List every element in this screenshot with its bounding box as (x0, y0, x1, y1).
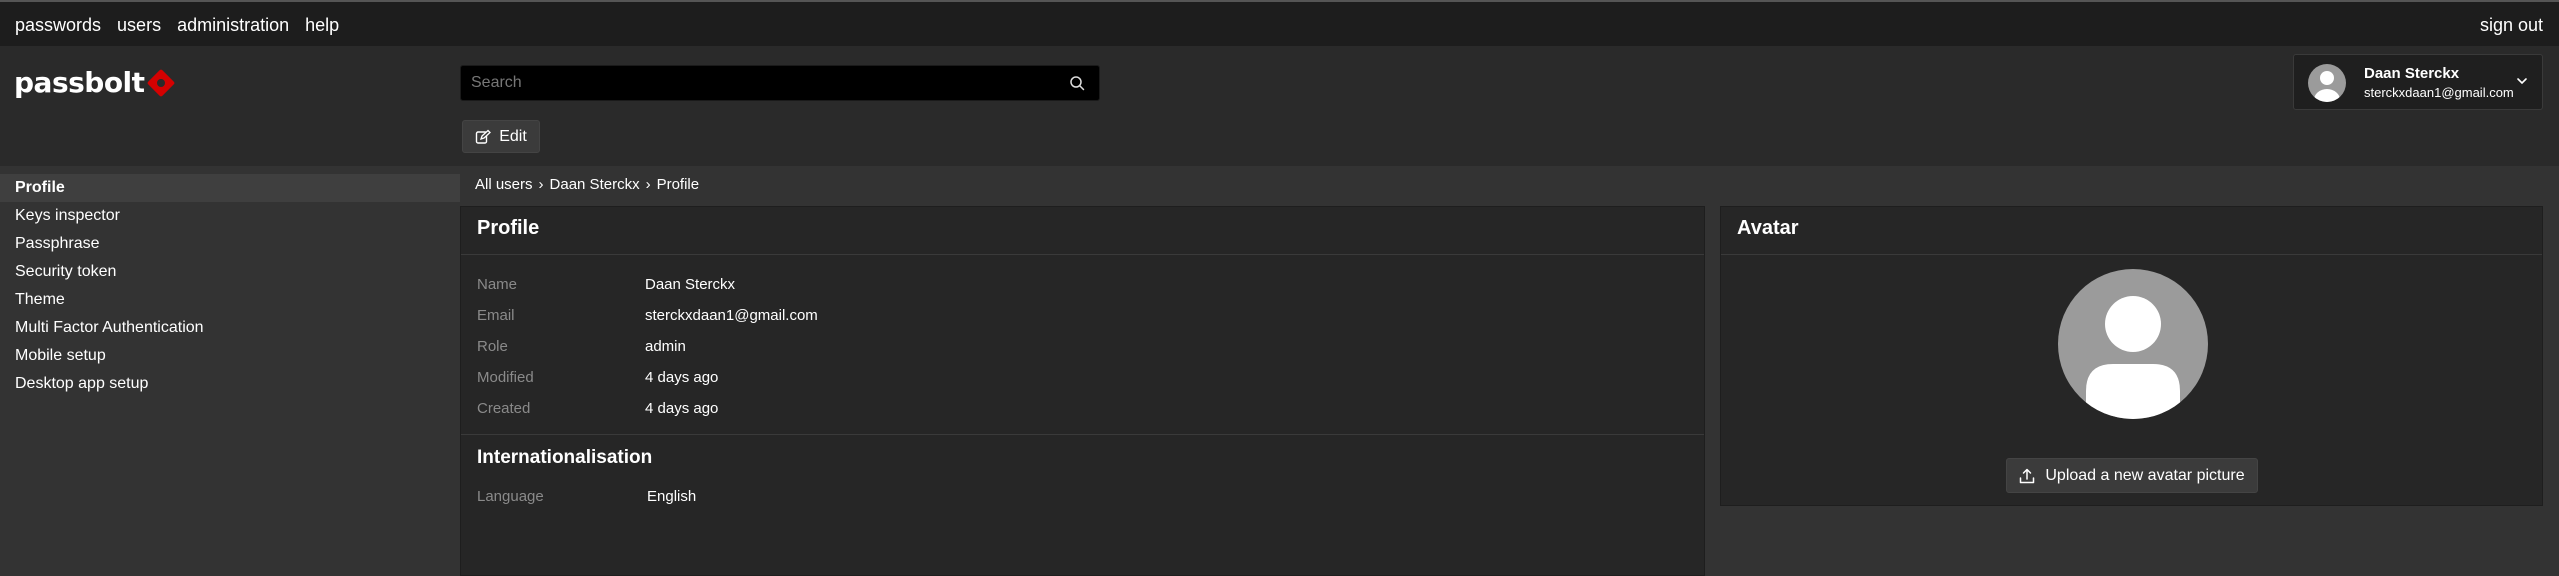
field-label: Modified (477, 369, 534, 386)
main-area: Profile Keys inspector Passphrase Securi… (0, 166, 2559, 576)
breadcrumb-user[interactable]: Daan Sterckx (550, 176, 640, 193)
field-row-email: Email sterckxdaan1@gmail.com (477, 300, 1688, 331)
sidebar: Profile Keys inspector Passphrase Securi… (0, 174, 460, 398)
field-value: 4 days ago (645, 369, 719, 386)
upload-avatar-button[interactable]: Upload a new avatar picture (2006, 458, 2258, 493)
user-name: Daan Sterckx (2364, 65, 2460, 82)
sidebar-item-security-token[interactable]: Security token (0, 258, 460, 286)
nav-passwords[interactable]: passwords (15, 14, 101, 36)
internationalisation-section: Internationalisation Language English (461, 434, 1704, 512)
field-value: 4 days ago (645, 400, 719, 417)
avatar-panel: Avatar Upload a new avatar picture (1720, 206, 2543, 506)
user-email: sterckxdaan1@gmail.com (2364, 85, 2514, 100)
nav-administration[interactable]: administration (177, 14, 289, 36)
edit-button-label: Edit (499, 127, 527, 145)
sidebar-item-mfa[interactable]: Multi Factor Authentication (0, 314, 460, 342)
passbolt-logo[interactable]: passbolt (14, 66, 175, 99)
top-bar: passwords users administration help sign… (0, 0, 2559, 46)
logo-text: passbolt (14, 66, 145, 99)
field-row-modified: Modified 4 days ago (477, 362, 1688, 393)
field-row-created: Created 4 days ago (477, 393, 1688, 424)
breadcrumb: All users › Daan Sterckx › Profile (475, 176, 699, 193)
header: passbolt Edit Daan Sterckx sterckxdaan1@… (0, 46, 2559, 166)
edit-icon (476, 129, 492, 144)
field-label: Role (477, 338, 508, 355)
chevron-down-icon[interactable] (2516, 75, 2528, 87)
language-value: English (647, 488, 697, 505)
profile-fields: Name Daan Sterckx Email sterckxdaan1@gma… (461, 255, 1704, 424)
breadcrumb-separator: › (645, 176, 651, 193)
nav-users[interactable]: users (117, 14, 161, 36)
edit-button[interactable]: Edit (462, 120, 540, 153)
user-badge[interactable]: Daan Sterckx sterckxdaan1@gmail.com (2293, 54, 2543, 110)
search-icon[interactable] (1069, 75, 1085, 91)
search-input[interactable] (461, 66, 1099, 100)
field-value: Daan Sterckx (645, 276, 736, 293)
sign-out-link[interactable]: sign out (2480, 14, 2543, 36)
user-silhouette-icon (2086, 296, 2180, 419)
upload-button-label: Upload a new avatar picture (2045, 466, 2245, 484)
internationalisation-title: Internationalisation (477, 447, 653, 468)
field-value: admin (645, 338, 686, 355)
field-label: Name (477, 276, 518, 293)
profile-panel: Profile Name Daan Sterckx Email sterckxd… (460, 206, 1705, 576)
upload-icon (2020, 468, 2035, 483)
field-label: Created (477, 400, 531, 417)
field-row-language: Language English (477, 481, 1688, 512)
sidebar-item-mobile-setup[interactable]: Mobile setup (0, 342, 460, 370)
avatar (2308, 64, 2346, 102)
passbolt-logo-icon (146, 68, 175, 97)
sidebar-item-passphrase[interactable]: Passphrase (0, 230, 460, 258)
user-silhouette-icon (2314, 71, 2340, 102)
field-row-role: Role admin (477, 331, 1688, 362)
sidebar-item-profile[interactable]: Profile (0, 174, 460, 202)
sidebar-item-theme[interactable]: Theme (0, 286, 460, 314)
search-bar (460, 65, 1100, 101)
breadcrumb-all-users[interactable]: All users (475, 176, 533, 193)
field-label: Email (477, 307, 515, 324)
field-label: Language (477, 488, 544, 505)
breadcrumb-profile[interactable]: Profile (657, 176, 700, 193)
field-row-name: Name Daan Sterckx (477, 269, 1688, 300)
avatar-title: Avatar (1721, 207, 2542, 255)
profile-title: Profile (461, 207, 1704, 255)
sidebar-item-keys-inspector[interactable]: Keys inspector (0, 202, 460, 230)
sidebar-item-desktop-app-setup[interactable]: Desktop app setup (0, 370, 460, 398)
avatar-image (2058, 269, 2208, 419)
breadcrumb-separator: › (538, 176, 544, 193)
field-value: sterckxdaan1@gmail.com (645, 307, 818, 324)
nav-help[interactable]: help (305, 14, 339, 36)
top-navigation: passwords users administration help (15, 14, 339, 36)
